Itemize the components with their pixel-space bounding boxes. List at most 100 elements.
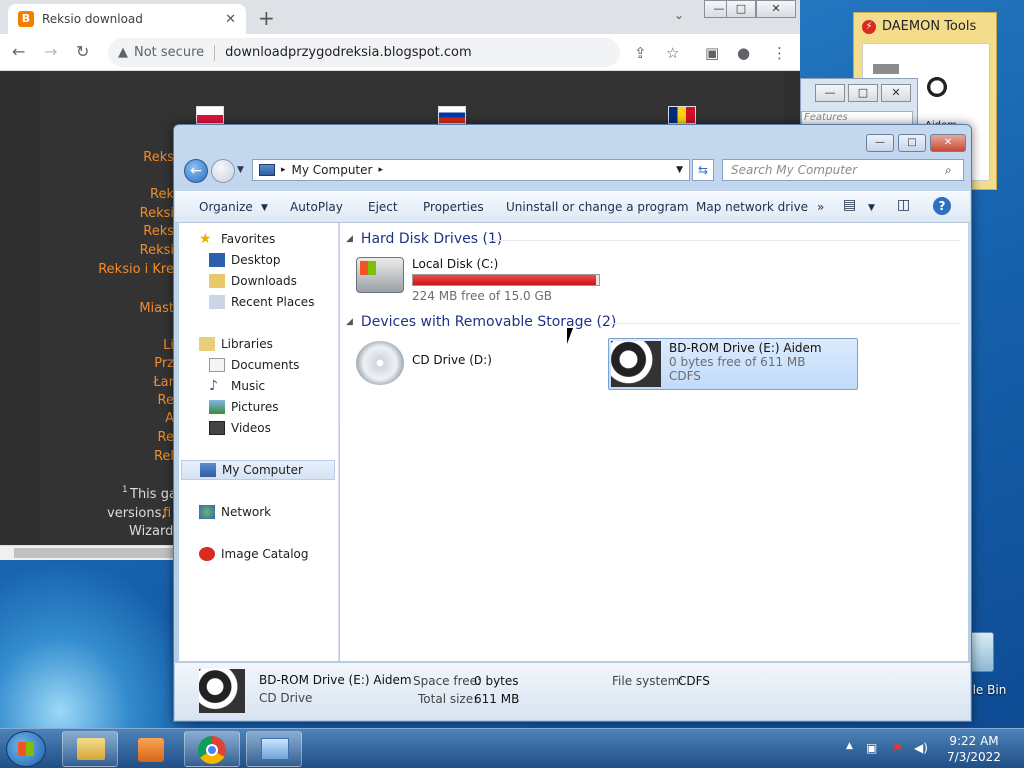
close-button[interactable]: ✕	[930, 134, 966, 152]
breadcrumb-my-computer[interactable]: My Computer	[292, 163, 373, 177]
page-link[interactable]: Re	[158, 430, 174, 445]
footnote-link[interactable]: fi	[163, 506, 171, 521]
hard-disk-icon	[356, 257, 404, 293]
action-center-icon[interactable]: ⚑	[892, 741, 903, 755]
total-size-label: Total size:	[418, 692, 478, 706]
total-size-value: 611 MB	[474, 692, 520, 706]
nav-image-catalog[interactable]: Image Catalog	[199, 544, 308, 564]
preview-pane-icon[interactable]: ◫	[897, 197, 910, 213]
profile-icon[interactable]: ●	[737, 44, 750, 62]
page-link[interactable]: Reksio i Kre	[98, 262, 174, 277]
taskbar-explorer-button[interactable]	[62, 731, 118, 767]
collapse-triangle-icon[interactable]: ◢	[346, 234, 353, 244]
browser-tab[interactable]: B Reksio download ✕	[8, 4, 246, 34]
chrome-close-button[interactable]: ✕	[756, 0, 796, 18]
page-link[interactable]: Rel	[154, 449, 174, 464]
nav-music[interactable]: ♪ Music	[209, 376, 265, 396]
properties-button[interactable]: Properties	[423, 200, 484, 214]
page-link[interactable]: Reks	[143, 150, 174, 165]
nav-pictures[interactable]: Pictures	[209, 397, 279, 417]
clock[interactable]: 9:22 AM 7/3/2022	[940, 733, 1008, 765]
nav-desktop[interactable]: Desktop	[209, 250, 281, 270]
page-link[interactable]: Re	[158, 393, 174, 408]
drive-d-item[interactable]: CD Drive (D:)	[356, 341, 492, 385]
breadcrumb-arrow-icon[interactable]: ▸	[378, 165, 383, 175]
back-button-icon[interactable]: ←	[184, 159, 208, 183]
taskbar-control-panel-button[interactable]	[246, 731, 302, 767]
map-network-drive-button[interactable]: Map network drive	[696, 200, 808, 214]
address-bar[interactable]: ▸ My Computer ▸ ▼	[252, 159, 690, 181]
tab-close-icon[interactable]: ✕	[225, 12, 236, 27]
bg-minimize-button[interactable]: —	[815, 84, 845, 102]
taskbar-chrome-button[interactable]	[184, 731, 240, 767]
nav-videos[interactable]: Videos	[209, 418, 271, 438]
flag-romania-icon[interactable]	[668, 106, 696, 124]
view-options-icon[interactable]: ▤	[843, 197, 856, 213]
nav-libraries[interactable]: Libraries	[199, 334, 273, 354]
bg-close-button[interactable]: ✕	[881, 84, 911, 102]
nav-network[interactable]: Network	[199, 502, 271, 522]
organize-dropdown-icon[interactable]: ▼	[261, 203, 268, 213]
organize-button[interactable]: Organize	[199, 200, 253, 214]
reload-icon[interactable]: ↻	[76, 42, 89, 61]
drive-free-space: 0 bytes free of 611 MB	[669, 355, 806, 369]
address-bar[interactable]: ▲ Not secure downloadprzygodreksia.blogs…	[108, 38, 620, 67]
nav-documents[interactable]: Documents	[209, 355, 299, 375]
view-dropdown-icon[interactable]: ▼	[868, 203, 875, 213]
minimize-button[interactable]: —	[866, 134, 894, 152]
nav-favorites[interactable]: ★ Favorites	[199, 229, 275, 249]
help-icon[interactable]: ?	[933, 197, 951, 215]
share-icon[interactable]: ⇪	[634, 44, 647, 62]
page-link[interactable]: Łar	[153, 375, 174, 390]
flag-russia-icon[interactable]	[438, 106, 466, 124]
side-panel-icon[interactable]: ▣	[705, 44, 719, 62]
drive-e-item[interactable]: BD-ROM Drive (E:) Aidem 0 bytes free of …	[608, 338, 858, 390]
uninstall-button[interactable]: Uninstall or change a program	[506, 200, 689, 214]
show-hidden-icons[interactable]: ▲	[846, 741, 853, 751]
search-icon[interactable]: ⌕	[945, 163, 952, 178]
back-arrow-icon[interactable]: ←	[12, 42, 25, 61]
autoplay-button[interactable]: AutoPlay	[290, 200, 343, 214]
recent-pages-dropdown-icon[interactable]: ▼	[237, 165, 244, 175]
nav-downloads[interactable]: Downloads	[209, 271, 297, 291]
page-link[interactable]: Reks	[143, 224, 174, 239]
forward-button-icon[interactable]	[211, 159, 235, 183]
bg-maximize-button[interactable]: □	[848, 84, 878, 102]
footnote-text: versions,	[107, 506, 166, 521]
page-link[interactable]: Miast	[139, 301, 174, 316]
chrome-maximize-button[interactable]: □	[726, 0, 756, 18]
desktop-icon	[209, 253, 225, 267]
clock-date: 7/3/2022	[947, 750, 1001, 764]
bookmark-star-icon[interactable]: ☆	[666, 44, 679, 62]
network-tray-icon[interactable]: ▣	[866, 741, 877, 755]
group-header-hard-disk[interactable]: ◢ Hard Disk Drives (1)	[346, 231, 502, 247]
recycle-bin-label[interactable]: cle Bin	[966, 683, 1006, 697]
nav-recent-places[interactable]: Recent Places	[209, 292, 314, 312]
refresh-icon[interactable]: ⇆	[692, 159, 714, 181]
page-link[interactable]: Reksi	[140, 243, 174, 258]
drive-c-item[interactable]: Local Disk (C:) 224 MB free of 15.0 GB	[356, 257, 600, 303]
taskbar-media-player-button[interactable]	[123, 731, 179, 767]
maximize-button[interactable]: □	[898, 134, 926, 152]
forward-arrow-icon[interactable]: →	[44, 42, 57, 61]
new-tab-button[interactable]: +	[258, 6, 275, 30]
volume-icon[interactable]: ◀)	[914, 741, 928, 755]
url-text[interactable]: downloadprzygodreksia.blogspot.com	[225, 45, 472, 60]
nav-my-computer[interactable]: My Computer	[181, 460, 335, 480]
page-link[interactable]: Prz	[154, 356, 174, 371]
blogger-icon: B	[18, 11, 34, 27]
address-dropdown-icon[interactable]: ▼	[676, 165, 683, 175]
menu-kebab-icon[interactable]: ⋮	[772, 44, 787, 62]
eject-button[interactable]: Eject	[368, 200, 398, 214]
search-input[interactable]: Search My Computer	[722, 159, 964, 181]
start-button-icon[interactable]	[6, 731, 46, 767]
tab-search-icon[interactable]: ⌄	[674, 8, 684, 22]
star-icon: ★	[199, 231, 212, 247]
more-commands-button[interactable]: »	[817, 200, 824, 214]
page-link[interactable]: Rek	[150, 187, 174, 202]
page-link[interactable]: Reksi	[140, 206, 174, 221]
collapse-triangle-icon[interactable]: ◢	[346, 317, 353, 327]
wallpaper-swoosh	[0, 560, 200, 728]
flag-poland-icon[interactable]	[196, 106, 224, 124]
breadcrumb-arrow-icon[interactable]: ▸	[281, 165, 286, 175]
